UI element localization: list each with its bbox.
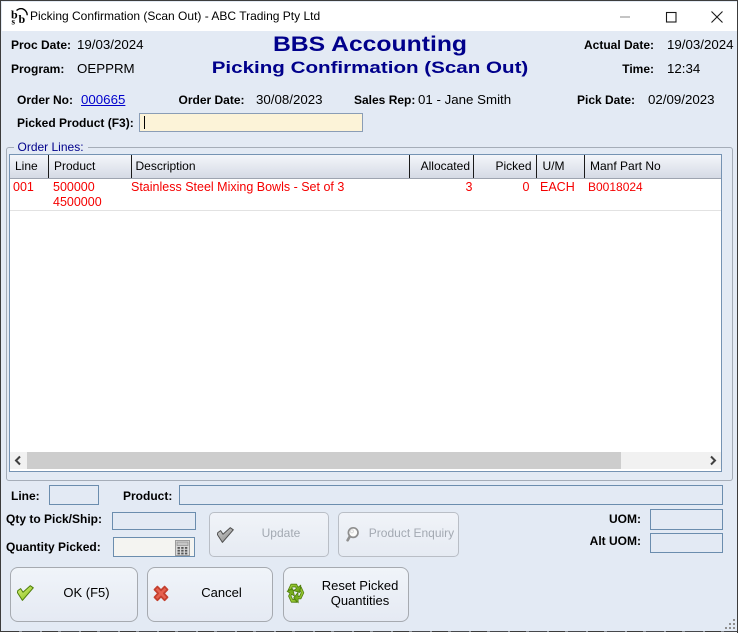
svg-text:s: s [12,17,16,26]
svg-text:b: b [19,12,26,25]
